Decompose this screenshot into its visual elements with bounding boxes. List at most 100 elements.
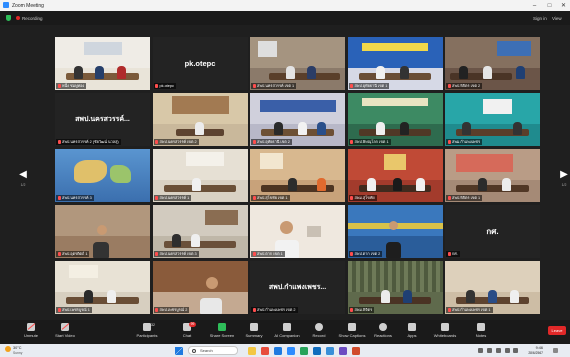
video-tile[interactable]: สพป.ตาก เขต 2: [347, 205, 443, 258]
participant-name: สพป.ตาก เขต 2: [348, 251, 383, 257]
leave-button[interactable]: Leave: [548, 326, 566, 335]
video-tile[interactable]: สพป.นครสวรรค์ เขต 2: [152, 93, 248, 146]
share-screen-icon: [218, 323, 226, 331]
ai-companion-icon: [283, 323, 291, 331]
page-indicator-right: 1/2: [561, 183, 567, 187]
share-screen-button[interactable]: Share Screen: [205, 323, 239, 343]
close-window-button[interactable]: ✕: [559, 2, 568, 10]
recording-icon: [16, 16, 20, 20]
participant-name: สพป.นครสวรรค์ 2 (ชัยวัฒน์ นวลสุ): [56, 139, 121, 145]
participant-name: สพป.นครสวรรค์ 3: [56, 195, 94, 201]
zoom-taskbar-icon[interactable]: [287, 346, 295, 355]
video-tile[interactable]: สพป.พิษณุโลก เขต 1: [347, 93, 443, 146]
zoom-app-icon: [3, 2, 9, 8]
taskbar-search-box[interactable]: Search: [188, 346, 238, 355]
participant-name: สพป.นครสวรรค์ เขต 2: [153, 139, 199, 145]
summary-button[interactable]: Summary: [237, 323, 271, 343]
participant-name: สพป.พิจิตร เขต 2: [446, 83, 483, 89]
app-icon[interactable]: [326, 346, 334, 355]
video-tile[interactable]: สพป.สุโขทัย เขต 1: [250, 149, 345, 202]
video-tile[interactable]: สพป.อุทัยธานี เขต 2: [250, 93, 345, 146]
video-tile[interactable]: สพป.กำแพงเพชร เขต 1: [445, 261, 540, 314]
participant-name: สพป.กำแพงเพชร เขต 1: [446, 307, 493, 313]
wifi-icon[interactable]: [496, 348, 501, 353]
clock-date[interactable]: 28/6/2567: [519, 351, 543, 355]
record-icon: [315, 323, 323, 331]
participant-name: สพป.พิษณุโลก เขต 1: [348, 139, 391, 145]
ai-companion-button[interactable]: AI Companion: [270, 323, 304, 343]
participant-name: หนึ่ง ชมพู่ทอง: [56, 83, 87, 89]
participant-name: สพป.พิจิตร เขต 1: [446, 195, 483, 201]
notification-icon[interactable]: [553, 348, 558, 353]
video-tile[interactable]: pk.otepc pk.otepc: [152, 37, 248, 90]
video-tile[interactable]: สพป.พิจิตร เขต 2: [445, 37, 540, 90]
tray-chevron-icon[interactable]: [478, 348, 483, 353]
participant-name: สพป.กำแพงเพชร เขต 2: [251, 307, 298, 313]
chat-unread-badge: 99: [189, 322, 196, 327]
record-button[interactable]: Record: [302, 323, 336, 343]
minimize-button[interactable]: –: [530, 2, 539, 10]
video-tile[interactable]: สพป.นครสวรรค์ 3: [55, 149, 150, 202]
whiteboards-button[interactable]: Whiteboards: [428, 323, 462, 343]
whiteboard-icon: [441, 323, 449, 331]
participant-name: สพม.สุโขทัย: [348, 195, 377, 201]
app-icon[interactable]: [352, 346, 360, 355]
video-tile[interactable]: สพป.เพชรบูรณ์ 1: [55, 261, 150, 314]
video-tile[interactable]: สพป.นครสวรรค์ เขต 1: [250, 37, 345, 90]
video-tile[interactable]: สพป.เพชรบูรณ์ 2: [152, 261, 248, 314]
onedrive-icon[interactable]: [487, 348, 492, 353]
video-tile[interactable]: สพม.สุโขทัย: [347, 149, 443, 202]
participant-name: สพป.อุทัยธานี เขต 1: [348, 83, 390, 89]
start-video-button[interactable]: Start Video: [48, 323, 82, 343]
participant-name: สพป.ตาก เขต 1: [251, 251, 285, 257]
video-tile[interactable]: สพป.ตาก เขต 1: [250, 205, 345, 258]
weather-condition: Sunny: [13, 350, 23, 355]
participant-name: สพป.สุโขทัย เขต 1: [251, 195, 290, 201]
show-captions-button[interactable]: Show Captions: [335, 323, 369, 343]
encryption-shield-icon[interactable]: [6, 15, 11, 21]
maximize-button[interactable]: □: [545, 2, 554, 10]
video-tile[interactable]: สพป.อุทัยธานี เขต 1: [347, 37, 443, 90]
reactions-icon: [379, 323, 387, 331]
video-tile[interactable]: สพป.กำแพงเพชร... สพป.กำแพงเพชร เขต 2: [250, 261, 345, 314]
sign-in-link[interactable]: Sign in: [533, 16, 547, 21]
clock-time[interactable]: 9:46: [519, 346, 543, 350]
file-explorer-icon[interactable]: [248, 346, 256, 355]
participant-name: สพป.นครสวรรค์ เขต 3: [153, 251, 199, 257]
video-gallery: หนึ่ง ชมพู่ทอง pk.otepc pk.otepc สพป.นคร…: [55, 37, 540, 315]
app-icon[interactable]: [300, 346, 308, 355]
video-tile[interactable]: สพป.อุตรดิตถ์ 1: [55, 205, 150, 258]
windows-start-icon[interactable]: [175, 346, 183, 355]
chat-button[interactable]: 99 Chat: [170, 322, 204, 343]
video-tile[interactable]: สพม.พิจิตร: [347, 261, 443, 314]
unmute-button[interactable]: Unmute: [14, 323, 48, 343]
notes-button[interactable]: Notes: [464, 323, 498, 343]
video-tile[interactable]: สพม.กำแพงเพชร: [445, 93, 540, 146]
participant-name: สพป.เพชรบูรณ์ 2: [153, 307, 190, 313]
window-title: Zoom Meeting: [12, 2, 44, 9]
summary-icon: [250, 323, 258, 331]
video-tile[interactable]: สพป.นครสวรรค์ 1: [152, 149, 248, 202]
app-icon[interactable]: [261, 346, 269, 355]
battery-icon[interactable]: [513, 348, 518, 353]
view-button[interactable]: View: [552, 16, 562, 21]
participants-icon: [143, 323, 151, 331]
recording-label[interactable]: Recording: [22, 16, 43, 21]
window-title-bar: Zoom Meeting – □ ✕: [0, 0, 570, 11]
participants-button[interactable]: 32 Participants: [130, 323, 164, 343]
next-page-arrow-icon[interactable]: ▶: [560, 168, 568, 182]
app-icon[interactable]: [313, 346, 321, 355]
video-tile[interactable]: สพป.นครสวรรค์... สพป.นครสวรรค์ 2 (ชัยวัฒ…: [55, 93, 150, 146]
browser-icon[interactable]: [274, 346, 282, 355]
volume-icon[interactable]: [505, 348, 510, 353]
video-tile[interactable]: สพป.พิจิตร เขต 1: [445, 149, 540, 202]
weather-sun-icon[interactable]: [5, 346, 11, 352]
video-tile[interactable]: กศ. กศ.: [445, 205, 540, 258]
app-icon[interactable]: [339, 346, 347, 355]
previous-page-arrow-icon[interactable]: ◀: [19, 168, 27, 182]
weather-temperature: 30°C: [13, 345, 22, 350]
video-tile[interactable]: สพป.นครสวรรค์ เขต 3: [152, 205, 248, 258]
participant-name: สพม.กำแพงเพชร: [446, 139, 483, 145]
apps-button[interactable]: Apps: [395, 323, 429, 343]
video-tile[interactable]: หนึ่ง ชมพู่ทอง: [55, 37, 150, 90]
